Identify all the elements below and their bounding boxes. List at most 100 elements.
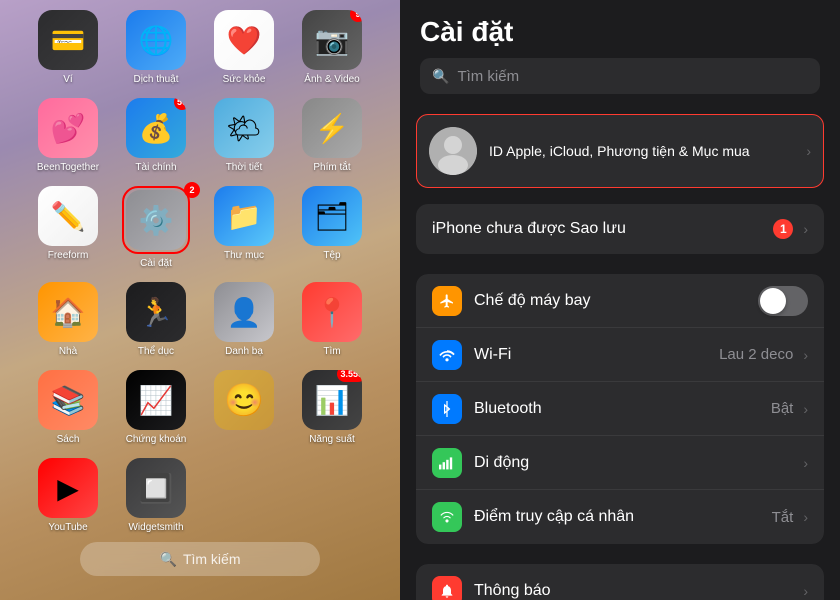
app-label-vi: Ví <box>63 74 72 86</box>
chevron-icon: › <box>803 583 808 599</box>
app-icon-freeform: ✏️ <box>38 186 98 246</box>
app-icon-chung-khoan: 📈 <box>126 370 186 430</box>
row-right-wifi: Lau 2 deco › <box>719 346 808 363</box>
app-item-dich-thuat[interactable]: 🌐 Dịch thuật <box>116 10 196 86</box>
row-icon-thong-bao <box>432 576 462 600</box>
app-icon-vi: 💳 <box>38 10 98 70</box>
app-grid: 💳Ví🌐Dịch thuật❤️Sức khỏe📷9Ảnh & Video💕Be… <box>10 10 390 534</box>
search-bar-bottom[interactable]: 🔍 Tìm kiếm <box>80 542 320 576</box>
row-title-diem-truy-cap: Điểm truy cập cá nhân <box>474 508 772 526</box>
chevron-icon: › <box>803 401 808 417</box>
settings-panel: Cài đặt 🔍 Tìm kiếm ID Apple, iCloud, Phư… <box>400 0 840 600</box>
row-content-airplane: Chế độ máy bay <box>474 292 758 310</box>
backup-row[interactable]: iPhone chưa được Sao lưu 1 › <box>416 204 824 254</box>
app-icon-widgetsmith: 🔲 <box>126 458 186 518</box>
row-title-di-dong: Di động <box>474 454 799 472</box>
badge-cai-dat: 2 <box>184 182 200 198</box>
app-label-tai-chinh: Tài chính <box>135 162 176 174</box>
app-icon-dich-thuat: 🌐 <box>126 10 186 70</box>
app-icon-been: 💕 <box>38 98 98 158</box>
settings-row-wifi[interactable]: Wi-FiLau 2 deco › <box>416 328 824 382</box>
row-value-diem-truy-cap: Tắt <box>772 509 794 526</box>
app-label-phim-tat: Phím tắt <box>313 162 350 174</box>
row-title-airplane: Chế độ máy bay <box>474 292 758 310</box>
app-label-youtube: YouTube <box>48 522 87 534</box>
app-icon-phim-tat: ⚡ <box>302 98 362 158</box>
app-item-thoi-tiet[interactable]: 🌤Thời tiết <box>204 98 284 174</box>
app-item-cai-dat[interactable]: ⚙️2 Cài đặt <box>116 186 196 270</box>
app-item-been[interactable]: 💕 BeenTogether <box>28 98 108 174</box>
app-label-danh-ba: Danh bạ <box>225 346 263 358</box>
app-icon-cai-dat: ⚙️2 <box>122 186 190 254</box>
app-item-youtube[interactable]: ▶ YouTube <box>28 458 108 534</box>
app-item-chung-khoan[interactable]: 📈Chứng khoán <box>116 370 196 446</box>
row-right-diem-truy-cap: Tắt› <box>772 509 808 526</box>
row-title-bluetooth: Bluetooth <box>474 400 771 418</box>
app-label-freeform: Freeform <box>48 250 89 262</box>
app-label-anh-video: Ảnh & Video <box>304 74 359 86</box>
app-item-phim-tat[interactable]: ⚡ Phím tắt <box>292 98 372 174</box>
app-item-suc-khoe[interactable]: ❤️Sức khỏe <box>204 10 284 86</box>
app-item-balloon[interactable]: 😊 <box>204 370 284 446</box>
settings-row-airplane[interactable]: Chế độ máy bay <box>416 274 824 328</box>
connectivity-section: Chế độ máy bayWi-FiLau 2 deco›BluetoothB… <box>416 274 824 544</box>
row-icon-airplane <box>432 286 462 316</box>
app-item-tep[interactable]: 🗂Tệp <box>292 186 372 270</box>
app-item-nha[interactable]: 🏠Nhà <box>28 282 108 358</box>
app-item-thu-muc[interactable]: 📁 Thư mục <box>204 186 284 270</box>
row-value-bluetooth: Bật <box>771 400 794 417</box>
app-item-vi[interactable]: 💳 Ví <box>28 10 108 86</box>
app-label-thoi-tiet: Thời tiết <box>226 162 263 174</box>
app-label-cai-dat: Cài đặt <box>140 258 172 270</box>
app-item-sach[interactable]: 📚 Sách <box>28 370 108 446</box>
row-value-wifi: Lau 2 deco <box>719 346 793 363</box>
app-item-freeform[interactable]: ✏️ Freeform <box>28 186 108 270</box>
app-item-danh-ba[interactable]: 👤 Danh bạ <box>204 282 284 358</box>
row-title-wifi: Wi-Fi <box>474 346 719 364</box>
settings-search-bar[interactable]: 🔍 Tìm kiếm <box>420 58 820 94</box>
avatar <box>429 127 477 175</box>
app-item-the-duc[interactable]: 🏃Thể dục <box>116 282 196 358</box>
row-content-di-dong: Di động <box>474 454 799 472</box>
apple-id-row[interactable]: ID Apple, iCloud, Phương tiện & Mục mua … <box>416 114 824 188</box>
settings-row-diem-truy-cap[interactable]: Điểm truy cập cá nhânTắt› <box>416 490 824 544</box>
backup-label: iPhone chưa được Sao lưu <box>432 220 773 238</box>
app-icon-tim: 📍 <box>302 282 362 342</box>
app-icon-youtube: ▶ <box>38 458 98 518</box>
settings-content: ID Apple, iCloud, Phương tiện & Mục mua … <box>400 102 840 600</box>
row-title-thong-bao: Thông báo <box>474 582 799 600</box>
row-icon-wifi <box>432 340 462 370</box>
apple-id-content: ID Apple, iCloud, Phương tiện & Mục mua <box>489 143 802 159</box>
row-icon-diem-truy-cap <box>432 502 462 532</box>
settings-row-di-dong[interactable]: Di động› <box>416 436 824 490</box>
backup-badge: 1 <box>773 219 793 239</box>
settings-header: Cài đặt 🔍 Tìm kiếm <box>400 0 840 102</box>
app-icon-thu-muc: 📁 <box>214 186 274 246</box>
row-icon-di-dong <box>432 448 462 478</box>
app-label-tim: Tìm <box>323 346 340 358</box>
badge-anh-video: 9 <box>350 10 362 22</box>
app-icon-danh-ba: 👤 <box>214 282 274 342</box>
app-item-nang-suat[interactable]: 📊3.555Năng suất <box>292 370 372 446</box>
row-content-wifi: Wi-Fi <box>474 346 719 364</box>
app-label-dich-thuat: Dịch thuật <box>133 74 178 86</box>
app-label-sach: Sách <box>57 434 80 446</box>
app-icon-nang-suat: 📊3.555 <box>302 370 362 430</box>
app-label-tep: Tệp <box>323 250 340 262</box>
chevron-icon: › <box>803 347 808 363</box>
app-item-anh-video[interactable]: 📷9Ảnh & Video <box>292 10 372 86</box>
app-icon-nha: 🏠 <box>38 282 98 342</box>
toggle-airplane[interactable] <box>758 286 808 316</box>
badge-nang-suat: 3.555 <box>337 370 362 382</box>
app-item-tai-chinh[interactable]: 💰50Tài chính <box>116 98 196 174</box>
app-item-widgetsmith[interactable]: 🔲Widgetsmith <box>116 458 196 534</box>
app-icon-sach: 📚 <box>38 370 98 430</box>
backup-right: 1 › <box>773 219 808 239</box>
settings-row-thong-bao[interactable]: Thông báo› <box>416 564 824 600</box>
settings-row-bluetooth[interactable]: BluetoothBật › <box>416 382 824 436</box>
notification-section: Thông báo›Âm thanh & Cảm ứng› <box>416 564 824 600</box>
app-label-been: BeenTogether <box>37 162 99 174</box>
app-item-tim[interactable]: 📍 Tìm <box>292 282 372 358</box>
app-label-thu-muc: Thư mục <box>224 250 264 262</box>
row-right-di-dong: › <box>799 455 808 471</box>
